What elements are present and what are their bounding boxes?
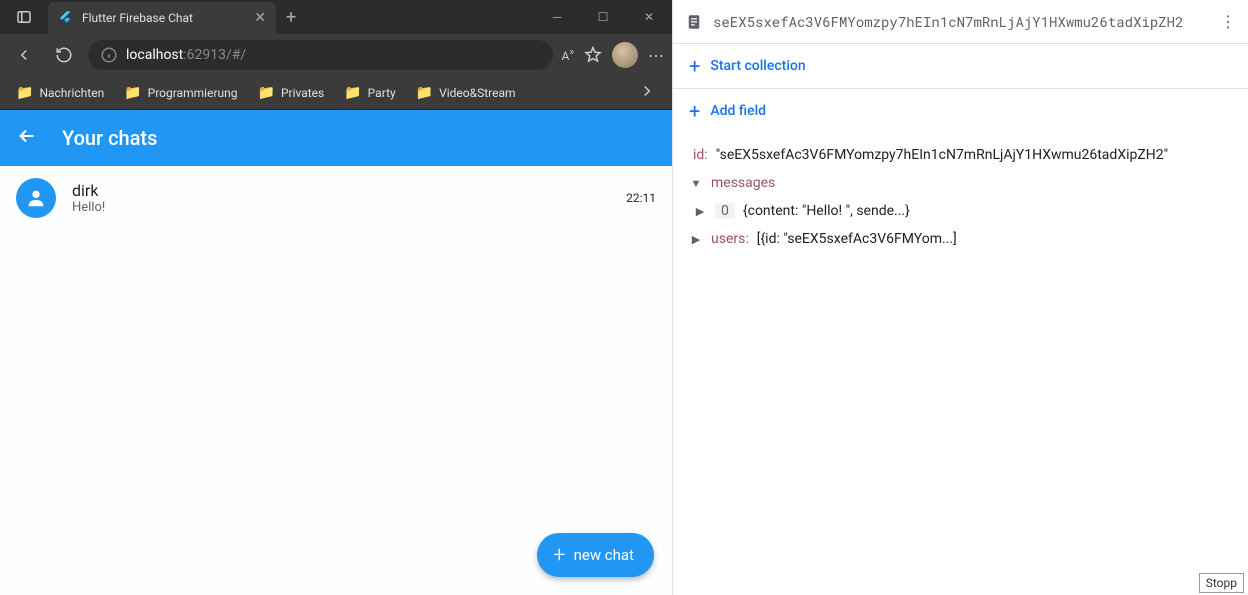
document-icon bbox=[685, 13, 703, 31]
tab-title: Flutter Firebase Chat bbox=[82, 11, 246, 25]
chat-name: dirk bbox=[72, 181, 610, 200]
start-collection-label: Start collection bbox=[710, 58, 805, 74]
document-menu-icon[interactable]: ⋮ bbox=[1220, 12, 1236, 31]
field-key: messages bbox=[711, 175, 775, 191]
stopp-button[interactable]: Stopp bbox=[1199, 573, 1244, 593]
tab-actions-icon[interactable] bbox=[0, 0, 48, 34]
collapse-icon[interactable]: ▼ bbox=[689, 177, 703, 190]
url-host: localhost bbox=[126, 47, 183, 63]
array-index: 0 bbox=[715, 203, 735, 219]
field-row-users[interactable]: ▶ users: [{id: "seEX5sxefAc3V6FMYom...] bbox=[673, 225, 1248, 253]
back-button[interactable] bbox=[8, 39, 40, 71]
document-id: seEX5sxefAc3V6FMYomzpy7hEIn1cN7mRnLjAjY1… bbox=[713, 12, 1210, 31]
person-icon bbox=[25, 187, 47, 209]
app-back-button[interactable] bbox=[16, 125, 38, 151]
new-tab-button[interactable]: + bbox=[286, 7, 296, 28]
field-value: [{id: "seEX5sxefAc3V6FMYom...] bbox=[757, 231, 957, 247]
bookmark-label: Privates bbox=[281, 86, 324, 100]
field-value: {content: "Hello! ", sende...} bbox=[743, 203, 910, 219]
chat-time: 22:11 bbox=[626, 191, 656, 205]
folder-icon: 📁 bbox=[124, 85, 141, 101]
new-chat-fab[interactable]: + new chat bbox=[537, 533, 654, 577]
field-key: id: bbox=[693, 147, 708, 163]
bookmark-item[interactable]: 📁 Privates bbox=[250, 79, 333, 107]
chat-list: dirk Hello! 22:11 bbox=[0, 166, 672, 595]
bookmark-item[interactable]: 📁 Video&Stream bbox=[408, 79, 524, 107]
url-path: :62913/#/ bbox=[183, 47, 246, 63]
flutter-icon bbox=[58, 10, 74, 26]
folder-icon: 📁 bbox=[344, 85, 361, 101]
field-row-messages[interactable]: ▼ messages bbox=[673, 169, 1248, 197]
field-value: "seEX5sxefAc3V6FMYomzpy7hEIn1cN7mRnLjAjY… bbox=[716, 147, 1168, 163]
bookmark-item[interactable]: 📁 Programmierung bbox=[116, 79, 245, 107]
browser-tab[interactable]: Flutter Firebase Chat ✕ bbox=[48, 2, 276, 34]
app-title: Your chats bbox=[62, 126, 157, 150]
field-key: users: bbox=[711, 231, 749, 247]
bookmark-item[interactable]: 📁 Party bbox=[336, 79, 403, 107]
address-bar: localhost:62913/#/ A» ⋯ bbox=[0, 34, 672, 76]
more-menu-icon[interactable]: ⋯ bbox=[648, 46, 664, 65]
plus-icon: + bbox=[553, 543, 565, 568]
url-field[interactable]: localhost:62913/#/ bbox=[88, 40, 553, 70]
favorites-icon[interactable] bbox=[584, 46, 602, 64]
profile-avatar[interactable] bbox=[612, 42, 638, 68]
app-bar: Your chats bbox=[0, 110, 672, 166]
fab-label: new chat bbox=[574, 546, 634, 564]
refresh-button[interactable] bbox=[48, 39, 80, 71]
bookmark-label: Video&Stream bbox=[439, 86, 515, 100]
folder-icon: 📁 bbox=[16, 85, 33, 101]
minimize-button[interactable]: ─ bbox=[534, 0, 580, 34]
add-field-button[interactable]: + Add field bbox=[673, 89, 1248, 133]
folder-icon: 📁 bbox=[258, 85, 275, 101]
plus-icon: + bbox=[689, 99, 700, 123]
bookmarks-overflow-icon[interactable] bbox=[630, 82, 664, 104]
chat-avatar bbox=[16, 178, 56, 218]
info-icon bbox=[100, 46, 118, 64]
close-tab-icon[interactable]: ✕ bbox=[254, 10, 266, 26]
bookmark-label: Nachrichten bbox=[39, 86, 104, 100]
bookmark-label: Party bbox=[368, 86, 396, 100]
bookmarks-bar: 📁 Nachrichten 📁 Programmierung 📁 Privates 📁… bbox=[0, 76, 672, 110]
field-row-messages-item[interactable]: ▶ 0 {content: "Hello! ", sende...} bbox=[673, 197, 1248, 225]
close-window-button[interactable]: ✕ bbox=[626, 0, 672, 34]
field-row-id[interactable]: id: "seEX5sxefAc3V6FMYomzpy7hEIn1cN7mRnL… bbox=[673, 141, 1248, 169]
expand-icon[interactable]: ▶ bbox=[689, 233, 703, 246]
firebase-panel: seEX5sxefAc3V6FMYomzpy7hEIn1cN7mRnLjAjY1… bbox=[672, 0, 1248, 595]
bookmark-item[interactable]: 📁 Nachrichten bbox=[8, 79, 112, 107]
expand-icon[interactable]: ▶ bbox=[693, 205, 707, 218]
title-bar: Flutter Firebase Chat ✕ + ─ ☐ ✕ bbox=[0, 0, 672, 34]
chat-preview: Hello! bbox=[72, 200, 610, 215]
window-controls: ─ ☐ ✕ bbox=[534, 0, 672, 34]
plus-icon: + bbox=[689, 54, 700, 78]
bookmark-label: Programmierung bbox=[148, 86, 238, 100]
maximize-button[interactable]: ☐ bbox=[580, 0, 626, 34]
folder-icon: 📁 bbox=[416, 85, 433, 101]
document-fields: id: "seEX5sxefAc3V6FMYomzpy7hEIn1cN7mRnL… bbox=[673, 133, 1248, 261]
read-aloud-icon[interactable]: A» bbox=[561, 47, 574, 63]
add-field-label: Add field bbox=[710, 103, 766, 119]
tab-strip: Flutter Firebase Chat ✕ + bbox=[0, 0, 296, 34]
document-header: seEX5sxefAc3V6FMYomzpy7hEIn1cN7mRnLjAjY1… bbox=[673, 0, 1248, 44]
chat-list-item[interactable]: dirk Hello! 22:11 bbox=[0, 166, 672, 230]
browser-window: Flutter Firebase Chat ✕ + ─ ☐ ✕ localhos… bbox=[0, 0, 672, 595]
start-collection-button[interactable]: + Start collection bbox=[673, 44, 1248, 88]
